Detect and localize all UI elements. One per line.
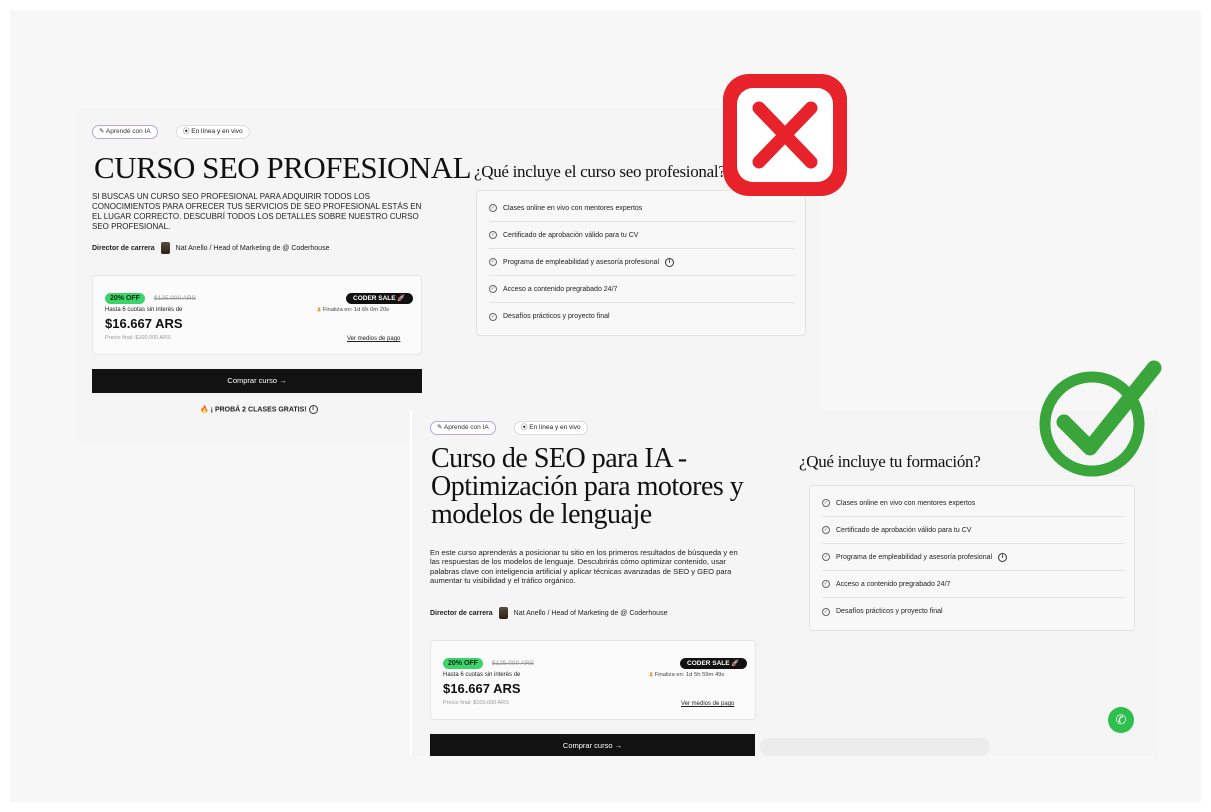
check-circle-icon: ✓	[489, 285, 497, 293]
info-icon[interactable]: i	[308, 405, 318, 414]
page-title: Curso de SEO para IA - Optimización para…	[431, 443, 744, 530]
price-card: 20% OFF $125.000 ARS Hasta 6 cuotas sin …	[92, 275, 422, 355]
list-item-text: Programa de empleabilidad y asesoría pro…	[836, 553, 993, 561]
buy-course-button[interactable]: Comprar curso →	[430, 734, 755, 756]
director-label: Director de carrera	[92, 244, 155, 252]
countdown-text: Finaliza en: 1d 5h 59m 49s	[654, 672, 725, 678]
list-item: ✓ Certificado de aprobación válido para t…	[822, 517, 1124, 544]
includes-card: ✓ Clases online en vivo con mentores expe…	[809, 485, 1135, 631]
live-pill: ⦿ En línea y en vivo	[176, 125, 250, 139]
list-item-text: Clases online en vivo con mentores exper…	[503, 204, 643, 212]
final-price: Precio final: $100.000 ARS	[105, 335, 171, 341]
list-item: ✓ Clases online en vivo con mentores expe…	[822, 490, 1124, 517]
list-item-text: Programa de empleabilidad y asesoría pro…	[503, 258, 660, 266]
course-description: En este curso aprenderás a posicionar tu…	[430, 548, 738, 585]
list-item: ✓ Acceso a contenido pregrabado 24/7	[489, 276, 795, 303]
whatsapp-icon[interactable]: ✆	[1108, 707, 1134, 733]
list-item: ✓ Clases online en vivo con mentores expe…	[489, 195, 795, 222]
list-item-text: Desafíos prácticos y proyecto final	[836, 608, 943, 615]
ai-pill: ✎ Aprendé con IA	[430, 421, 496, 435]
check-circle-icon: ✓	[489, 312, 497, 321]
sale-badge: CODER SALE 🚀	[680, 658, 747, 669]
ai-pill: ✎ Aprendé con IA	[92, 125, 158, 139]
page-title: CURSO SEO PROFESIONAL	[94, 150, 472, 185]
payment-methods-link[interactable]: Ver medios de pago	[681, 701, 734, 707]
hourglass-icon: ⧗	[317, 307, 322, 313]
sale-badge: CODER SALE 🚀	[346, 293, 413, 304]
includes-card: ✓ Clases online en vivo con mentores expe…	[476, 190, 806, 336]
includes-title: ¿Qué incluye el curso seo profesional?	[474, 162, 726, 181]
final-price: Precio final: $100.000 ARS	[443, 700, 509, 706]
flame-icon: 🔥	[200, 406, 209, 414]
countdown-text: Finaliza en: 1d 6h 0m 20s	[322, 307, 390, 313]
list-item: ✓ Desafíos prácticos y proyecto final	[822, 598, 1124, 625]
list-item-text: Certificado de aprobación válido para tu…	[836, 526, 972, 534]
list-item: ✓ Programa de empleabilidad y asesoría pr…	[822, 544, 1124, 571]
x-glyph	[752, 101, 818, 169]
buy-course-button[interactable]: Comprar curso →	[92, 369, 422, 393]
list-item: ✓ Desafíos prácticos y proyecto final	[489, 303, 795, 330]
old-price: $125.000 ARS	[492, 660, 534, 667]
price: $16.667 ARS	[443, 681, 521, 696]
list-item-text: Acceso a contenido pregrabado 24/7	[836, 580, 951, 588]
check-circle-icon: ✓	[489, 258, 497, 266]
course-description: SI BUSCAS UN CURSO SEO PROFESIONAL PARA …	[92, 192, 422, 231]
list-item-text: Certificado de aprobación válido para tu…	[503, 231, 639, 239]
avatar	[160, 242, 170, 254]
list-item: ✓ Certificado de aprobación válido para t…	[489, 222, 795, 249]
director-label: Director de carrera	[430, 609, 493, 617]
discount-badge: 20% OFF	[443, 658, 483, 669]
includes-title: ¿Qué incluye tu formación?	[799, 452, 981, 471]
floating-bar-shadow	[760, 738, 990, 756]
list-item-text: Acceso a contenido pregrabado 24/7	[503, 285, 618, 293]
price: $16.667 ARS	[105, 316, 183, 331]
check-circle-icon: ✓	[822, 526, 830, 534]
check-circle-icon: ✓	[822, 607, 830, 616]
red-x-icon	[723, 74, 847, 196]
list-item: ✓ Acceso a contenido pregrabado 24/7	[822, 571, 1124, 598]
director-row: Director de carrera Nat Anello / Head of…	[92, 242, 329, 254]
old-page-screenshot: ✎ Aprendé con IA ⦿ En línea y en vivo CU…	[76, 108, 820, 443]
list-item: ✓ Programa de empleabilidad y asesoría pr…	[489, 249, 795, 276]
check-circle-icon: ✓	[489, 204, 497, 212]
check-circle-icon: ✓	[822, 499, 830, 507]
installments-text: Hasta 6 cuotas sin interés de	[443, 672, 521, 678]
director-name: Nat Anello / Head of Marketing de @ Code…	[513, 609, 668, 617]
old-price: $125.000 ARS	[154, 295, 196, 302]
director-name: Nat Anello / Head of Marketing de @ Code…	[175, 244, 330, 252]
check-circle-icon: ✓	[822, 580, 830, 588]
free-trial-text: ¡ PROBÁ 2 CLASES GRATIS!	[210, 406, 307, 414]
countdown: ⧗ Finaliza en: 1d 5h 59m 49s	[649, 672, 724, 679]
info-icon[interactable]: i	[665, 257, 675, 267]
director-row: Director de carrera Nat Anello / Head of…	[430, 607, 667, 619]
installments-text: Hasta 6 cuotas sin interés de	[105, 307, 183, 313]
live-pill: ⦿ En línea y en vivo	[514, 421, 588, 435]
list-item-text: Desafíos prácticos y proyecto final	[503, 313, 610, 320]
info-icon[interactable]: i	[998, 552, 1008, 562]
check-circle-icon: ✓	[822, 553, 830, 561]
list-item-text: Clases online en vivo con mentores exper…	[836, 499, 976, 507]
price-card: 20% OFF $125.000 ARS Hasta 6 cuotas sin …	[430, 640, 756, 720]
free-trial-link[interactable]: 🔥 ¡ PROBÁ 2 CLASES GRATIS! i	[200, 405, 318, 414]
green-check-icon	[1039, 360, 1162, 477]
payment-methods-link[interactable]: Ver medios de pago	[347, 336, 400, 342]
hourglass-icon: ⧗	[649, 672, 654, 678]
countdown: ⧗ Finaliza en: 1d 6h 0m 20s	[317, 307, 389, 314]
discount-badge: 20% OFF	[105, 293, 145, 304]
check-circle-icon: ✓	[489, 231, 497, 239]
avatar	[498, 607, 508, 619]
